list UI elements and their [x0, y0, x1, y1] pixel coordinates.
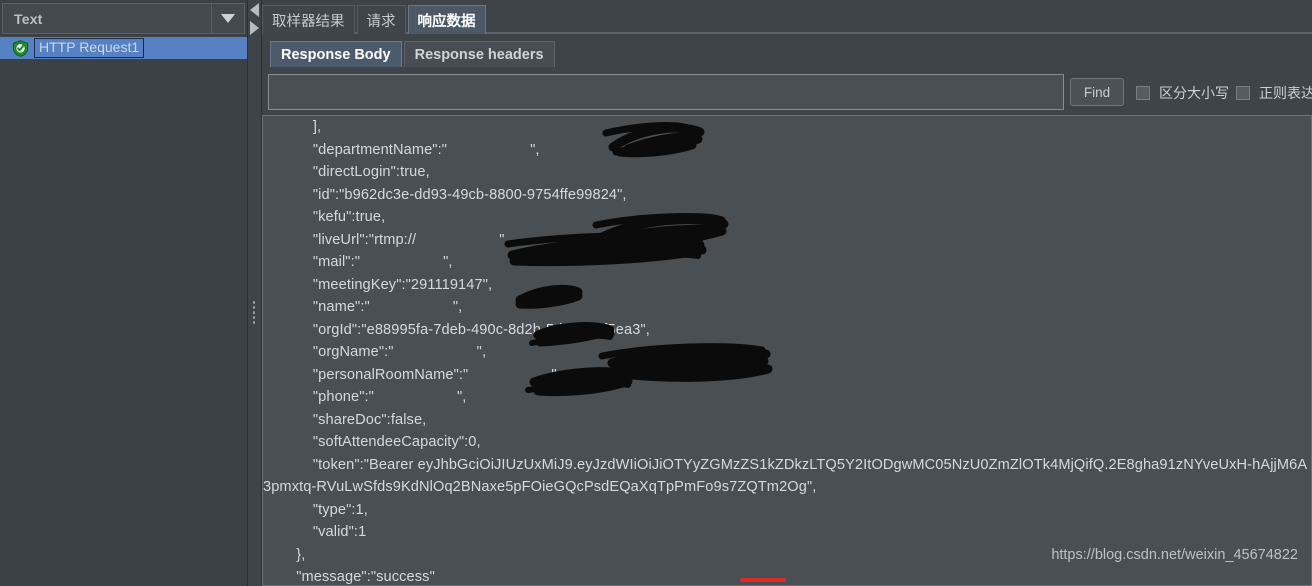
tree-item-label: HTTP Request1	[34, 38, 145, 58]
tab-response-body[interactable]: Response Body	[270, 41, 402, 67]
left-pane: Text HTTP Request1	[0, 0, 248, 586]
token-red-underline-annotation	[740, 578, 786, 582]
search-toolbar: Find 区分大小写 正则表达	[262, 71, 1312, 115]
response-body-scroll[interactable]: ], "departmentName":" ", "directLogin":t…	[263, 116, 1311, 585]
find-button[interactable]: Find	[1070, 78, 1124, 106]
regex-checkbox-group[interactable]: 正则表达	[1236, 83, 1312, 103]
tab-request[interactable]: 请求	[356, 5, 406, 34]
regex-label: 正则表达	[1259, 85, 1312, 101]
inner-tabs: Response Body Response headers	[270, 39, 557, 67]
response-body-line: "token":"Bearer eyJhbGciOiJIUzUxMiJ9.eyJ…	[263, 456, 1308, 496]
response-body-line: "orgName":" ",	[263, 344, 487, 360]
triangle-right-glyph	[250, 20, 259, 35]
case-sensitive-checkbox-group[interactable]: 区分大小写	[1136, 83, 1229, 103]
jmeter-view-results-tree-window: Text HTTP Request1 取样器结果 请求 响应数据 Respons…	[0, 0, 1312, 586]
triangle-left-glyph	[250, 2, 259, 17]
chevron-down-glyph	[221, 14, 235, 23]
render-format-value: Text	[14, 10, 43, 27]
response-body-line: "departmentName":" ",	[263, 141, 540, 158]
pane-splitter[interactable]	[248, 0, 262, 586]
response-body-line: "softAttendeeCapacity":0,	[263, 434, 481, 450]
response-body-line: "message":"success"	[263, 569, 435, 585]
response-body-line: "shareDoc":false,	[263, 411, 427, 428]
regex-checkbox[interactable]	[1236, 86, 1250, 100]
response-body-line: "directLogin":true,	[263, 164, 430, 180]
grip-dots-icon[interactable]	[252, 300, 257, 326]
triangle-right-icon[interactable]	[248, 19, 261, 36]
right-pane: 取样器结果 请求 响应数据 Response Body Response hea…	[262, 0, 1312, 586]
response-body-line: "valid":1	[263, 524, 367, 540]
response-body-line: "mail":" ",	[263, 254, 453, 270]
response-body-line: "id":"b962dc3e-dd93-49cb-8800-9754ffe998…	[263, 186, 627, 203]
outer-tabs: 取样器结果 请求 响应数据	[262, 0, 488, 34]
triangle-left-icon[interactable]	[248, 1, 261, 18]
csdn-watermark: https://blog.csdn.net/weixin_45674822	[1051, 547, 1298, 563]
results-tree[interactable]: HTTP Request1	[0, 37, 247, 586]
response-body-line: "type":1,	[263, 501, 368, 518]
search-input[interactable]	[268, 74, 1064, 110]
response-body-line: "name":" ",	[263, 299, 463, 315]
case-sensitive-checkbox[interactable]	[1136, 86, 1150, 100]
case-sensitive-label: 区分大小写	[1159, 85, 1229, 101]
tree-item-http-request1[interactable]: HTTP Request1	[0, 37, 247, 59]
response-body-text: ], "departmentName":" ", "directLogin":t…	[263, 116, 1311, 585]
response-body-line: "liveUrl":"rtmp:// ",	[263, 231, 509, 248]
response-body-line: "meetingKey":"291119147",	[263, 276, 493, 293]
response-body-line: "phone":" ",	[263, 389, 467, 405]
tab-sampler-result[interactable]: 取样器结果	[262, 5, 355, 34]
render-format-combobox[interactable]: Text	[2, 3, 245, 34]
response-body-line: ],	[263, 119, 322, 135]
chevron-down-icon[interactable]	[211, 4, 244, 33]
green-shield-check-icon	[12, 39, 29, 57]
response-body-line: "orgId":"e88995fa-7deb-490c-8d2b-5d5db41…	[263, 321, 650, 338]
response-body-line: "personalRoomName":" ",	[263, 366, 561, 383]
tab-response-headers[interactable]: Response headers	[403, 41, 555, 67]
tab-response-data[interactable]: 响应数据	[407, 5, 486, 34]
response-body-panel[interactable]: ], "departmentName":" ", "directLogin":t…	[262, 115, 1312, 586]
response-body-line: "kefu":true,	[263, 209, 386, 225]
